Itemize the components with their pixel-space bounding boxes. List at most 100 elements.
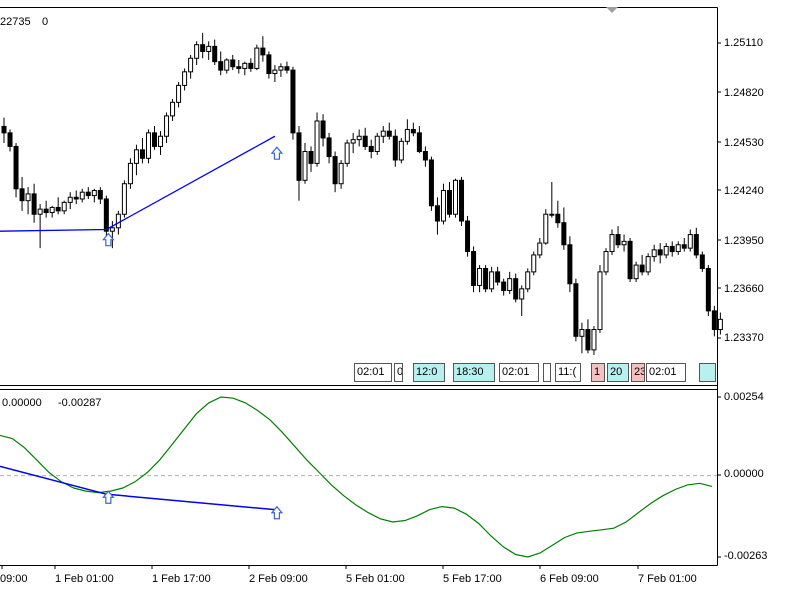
up-arrow-icon[interactable] (102, 232, 115, 247)
candle (627, 237, 633, 283)
candle (362, 127, 368, 150)
candle (591, 326, 597, 355)
candle (73, 190, 79, 205)
time-box-0[interactable]: 02:01 (354, 363, 392, 382)
candle (218, 51, 224, 76)
indicator-trend-line (0, 465, 275, 511)
indicator-scale-max: 0.00254 (724, 391, 764, 403)
time-label-0: 09:00 (0, 573, 28, 585)
time-box-6[interactable]: 11:( (555, 363, 581, 382)
time-box-1[interactable]: 0 (394, 363, 403, 382)
candle (663, 243, 669, 259)
candle (489, 266, 495, 293)
candle (386, 122, 392, 140)
time-box-5[interactable] (543, 363, 551, 382)
candle (404, 119, 410, 145)
candle (561, 207, 567, 250)
candle (507, 271, 513, 294)
candle (633, 261, 639, 283)
candle (416, 126, 422, 154)
candle (344, 139, 350, 167)
candle (332, 151, 338, 193)
candle (615, 226, 621, 249)
candle (236, 59, 242, 74)
candle (248, 58, 254, 72)
indicator-header-value-b: -0.00287 (58, 397, 102, 409)
candle (717, 312, 723, 335)
candle (79, 188, 85, 203)
time-box-8[interactable]: 20 (607, 363, 629, 382)
candle (43, 200, 49, 218)
candle (133, 144, 139, 176)
candle (31, 183, 37, 223)
candle (356, 129, 362, 147)
time-box-9[interactable]: 23 (631, 363, 645, 382)
oscillator-line (0, 396, 713, 558)
candle (103, 195, 109, 238)
scroll-indicator-triangle[interactable] (606, 7, 618, 13)
candle (278, 63, 284, 77)
candle (675, 241, 681, 255)
candle (459, 176, 465, 227)
up-arrow-icon[interactable] (270, 146, 284, 160)
candle (513, 273, 519, 303)
price-label-1: 1.24820 (724, 87, 764, 99)
candle (97, 187, 103, 205)
candle (477, 265, 483, 293)
candle (55, 197, 61, 215)
candle (374, 132, 380, 155)
candle (681, 237, 687, 252)
candle (603, 248, 609, 276)
time-label-2: 1 Feb 17:00 (152, 573, 211, 585)
candle (651, 244, 657, 262)
candle (290, 66, 296, 140)
candle (621, 234, 627, 252)
candle (242, 61, 248, 76)
candle (338, 159, 344, 189)
candle (453, 178, 458, 218)
candle (392, 129, 398, 167)
up-arrow-icon[interactable] (270, 505, 284, 520)
price-label-5: 1.23660 (724, 283, 764, 295)
candle (440, 183, 446, 225)
candle (85, 187, 91, 199)
candle (206, 41, 212, 60)
candle (585, 319, 591, 354)
time-box-3[interactable]: 18:30 (453, 363, 495, 382)
candle (200, 32, 206, 59)
time-box-7[interactable]: 1 (591, 363, 605, 382)
candle (428, 156, 434, 211)
candle (284, 61, 290, 74)
time-box-10[interactable]: 02:01 (646, 363, 686, 382)
time-box-11[interactable] (699, 363, 716, 382)
candle (176, 81, 182, 108)
candle (639, 254, 645, 276)
candle (597, 265, 603, 333)
candle (573, 278, 579, 342)
time-label-5: 5 Feb 17:00 (443, 573, 502, 585)
candle (164, 112, 170, 144)
candle (1, 117, 7, 144)
candle (410, 122, 416, 137)
candle (368, 139, 374, 159)
time-box-4[interactable]: 02:01 (499, 363, 539, 382)
candle (170, 98, 176, 121)
indicator-trend[interactable] (0, 465, 275, 511)
candle (308, 146, 314, 172)
candle (139, 137, 145, 164)
candle (579, 322, 585, 354)
price-chart[interactable] (0, 0, 800, 600)
candle (543, 209, 549, 245)
candle (549, 182, 555, 218)
candle (49, 205, 55, 218)
price-label-2: 1.24530 (724, 137, 764, 149)
price-label-3: 1.24240 (724, 185, 764, 197)
trading-chart-window[interactable]: 22735 0 1.25110 1.24820 1.24530 1.24240 … (0, 0, 800, 600)
candle (398, 137, 404, 164)
candle (657, 243, 663, 264)
candle (645, 253, 651, 276)
candle (7, 129, 13, 152)
candle (567, 236, 573, 293)
time-box-2[interactable]: 12:0 (413, 363, 445, 382)
candle (326, 132, 332, 164)
